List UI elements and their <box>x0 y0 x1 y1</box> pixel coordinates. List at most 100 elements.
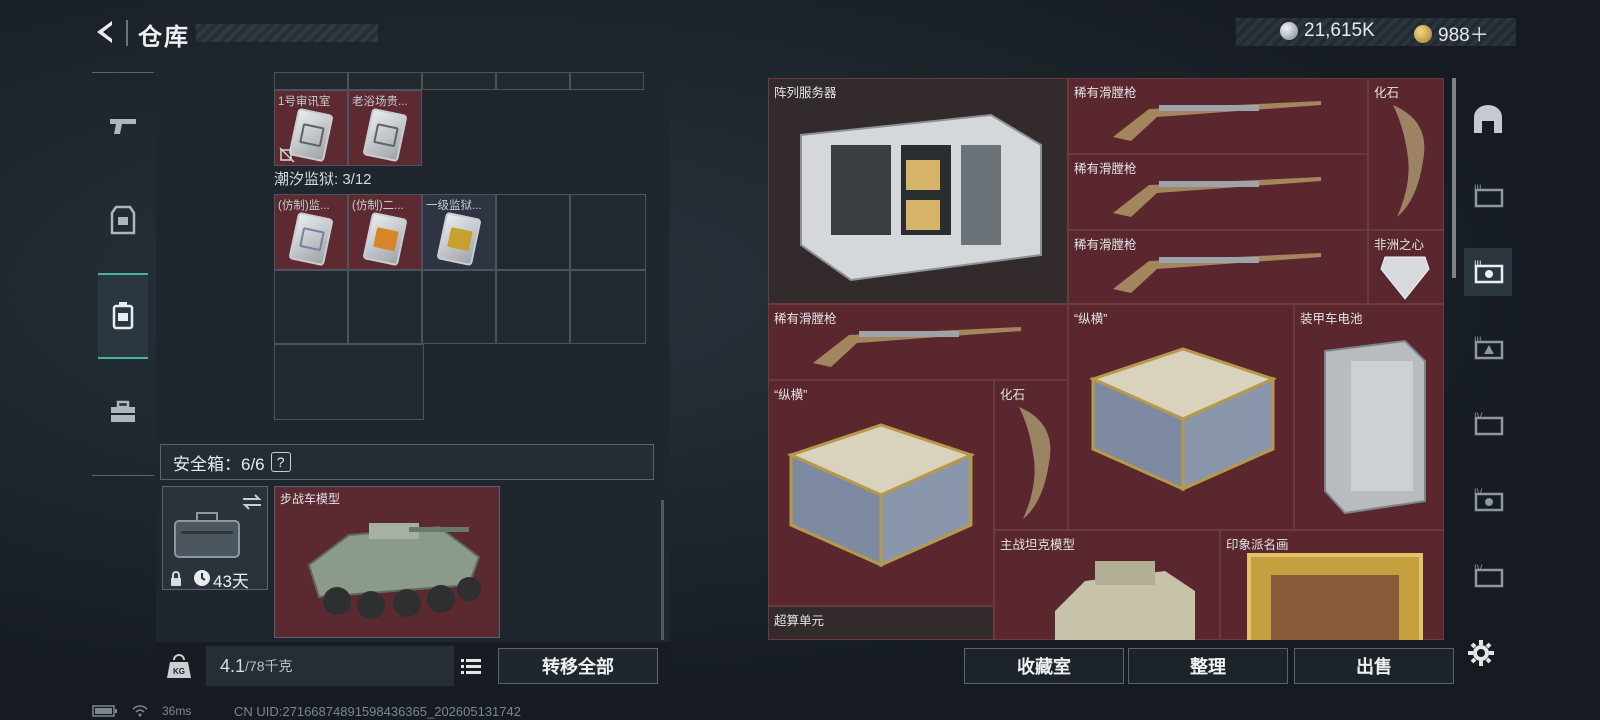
item-name: “纵横” <box>774 388 808 402</box>
musket-icon <box>1113 253 1321 293</box>
transfer-all-button[interactable]: 转移全部 <box>498 648 658 684</box>
collection-item[interactable]: 化石 <box>1368 78 1444 230</box>
collection-room-button[interactable]: 收藏室 <box>964 648 1124 684</box>
collection-item[interactable]: “纵横” <box>768 380 994 606</box>
list-view-button[interactable] <box>456 646 486 686</box>
empty-slot[interactable] <box>570 194 646 270</box>
toolbox-icon <box>111 400 135 422</box>
empty-slot[interactable] <box>274 270 348 344</box>
bond-icon <box>1414 24 1432 43</box>
chess-box-icon <box>1088 347 1278 492</box>
svg-text:IV: IV <box>1474 563 1483 573</box>
collection-item[interactable]: 超算单元 <box>768 606 994 640</box>
title-stripe-decoration <box>196 24 378 42</box>
sell-button[interactable]: 出售 <box>1294 648 1454 684</box>
back-arrow-icon[interactable] <box>92 18 120 46</box>
nav-tier-3-a[interactable]: III <box>1464 172 1512 220</box>
nav-toolbox[interactable] <box>98 369 148 455</box>
left-category-nav <box>92 72 154 476</box>
bond-balance[interactable]: 988＋ <box>1414 20 1489 47</box>
safe-box-label: 安全箱：6/6 <box>173 454 265 474</box>
keycard-icon <box>288 211 334 267</box>
collection-item[interactable]: “纵横” <box>1068 304 1294 530</box>
stash-slot-cut[interactable] <box>348 72 422 90</box>
nav-weapons[interactable] <box>98 83 148 169</box>
ping-text: 36ms <box>162 704 192 718</box>
empty-slot[interactable] <box>496 194 570 270</box>
nav-gear[interactable] <box>98 177 148 263</box>
stash-slot-cut[interactable] <box>422 72 496 90</box>
collection-item[interactable]: 装甲车电池 <box>1294 304 1444 530</box>
stash-item[interactable]: (仿制)二... <box>348 194 422 270</box>
nav-tier-3-b[interactable]: III <box>1464 248 1512 296</box>
collection-grid: 阵列服务器 稀有滑膛枪 稀有滑膛枪 稀有滑膛枪 化石 非洲之心 稀有滑膛枪 “纵… <box>768 78 1444 640</box>
nav-tier-4-c[interactable]: IV <box>1464 552 1512 600</box>
musket-icon <box>813 327 1021 367</box>
svg-text:III: III <box>1474 335 1482 345</box>
item-name: “纵横” <box>1074 312 1108 326</box>
nav-tier-3-c[interactable]: III <box>1464 324 1512 372</box>
lock-icon <box>171 571 181 586</box>
collection-item[interactable]: 阵列服务器 <box>768 78 1068 304</box>
stash-item-ifv-model[interactable]: 步战车模型 <box>274 486 500 638</box>
collection-item[interactable]: 稀有滑膛枪 <box>1068 154 1368 230</box>
coin-balance[interactable]: 21,615K <box>1280 20 1375 42</box>
musket-icon <box>1113 101 1321 141</box>
collection-item[interactable]: 主战坦克模型 <box>994 530 1220 640</box>
stash-item[interactable]: 老浴场贵... <box>348 90 422 166</box>
settings-gear-icon[interactable] <box>1466 638 1496 668</box>
item-name: (仿制)二... <box>352 200 404 212</box>
collection-item[interactable]: 稀有滑膛枪 <box>1068 230 1368 304</box>
item-name: 化石 <box>1000 388 1026 402</box>
nav-container[interactable] <box>98 273 148 359</box>
keycard-icon <box>436 211 482 267</box>
safe-box-slot[interactable]: 43天 <box>162 486 268 591</box>
stash-item[interactable]: (仿制)监... <box>274 194 348 270</box>
item-name: 阵列服务器 <box>774 86 837 100</box>
tier-3-cabinet-icon: III <box>1474 183 1504 208</box>
stash-item[interactable]: 一级监狱... <box>422 194 496 270</box>
stash-scrollbar[interactable] <box>661 500 664 640</box>
status-bar: 36ms <box>92 704 191 718</box>
prison-section-label: 潮汐监狱: 3/12 <box>274 171 372 188</box>
collection-item[interactable]: 稀有滑膛枪 <box>1068 78 1368 154</box>
nav-tier-4-b[interactable]: IV <box>1464 476 1512 524</box>
keycard-icon <box>288 107 334 163</box>
battery-icon <box>1324 339 1426 515</box>
weight-value: 4.1 <box>220 655 246 676</box>
nav-safehouse[interactable] <box>1464 96 1512 144</box>
page-title: 仓库 <box>138 24 190 51</box>
svg-text:III: III <box>1474 183 1482 193</box>
chess-box-icon <box>786 423 976 568</box>
collection-item[interactable]: 印象派名画 <box>1220 530 1444 640</box>
stash-item[interactable]: 1号审讯室 <box>274 90 348 166</box>
stash-slot-cut[interactable] <box>496 72 570 90</box>
sort-button[interactable]: 整理 <box>1128 648 1288 684</box>
safe-case-icon <box>174 512 240 558</box>
svg-text:IV: IV <box>1474 487 1483 497</box>
stash-slot-cut[interactable] <box>274 72 348 90</box>
item-name: 1号审讯室 <box>278 96 331 108</box>
collection-item[interactable]: 非洲之心 <box>1368 230 1444 304</box>
item-name: 非洲之心 <box>1374 238 1425 252</box>
empty-slot[interactable] <box>570 270 646 344</box>
uid-text: CN UID:27166874891598436365_202605131742 <box>234 704 521 719</box>
item-name: 老浴场贵... <box>352 96 408 108</box>
collection-item[interactable]: 化石 <box>994 380 1068 530</box>
empty-slot[interactable] <box>496 270 570 344</box>
stash-slot-cut[interactable] <box>570 72 644 90</box>
empty-slot[interactable] <box>348 270 422 344</box>
collection-item[interactable]: 稀有滑膛枪 <box>768 304 1068 380</box>
nav-tier-4-a[interactable]: IV <box>1464 400 1512 448</box>
help-button[interactable]: ? <box>270 452 291 472</box>
svg-text:KG: KG <box>173 667 185 676</box>
tier-4-folder-icon: IV <box>1474 411 1504 436</box>
empty-slot[interactable] <box>422 270 496 344</box>
empty-slot[interactable] <box>274 344 424 420</box>
safe-box-header: 安全箱：6/6 ? <box>160 444 654 480</box>
fossil-claw-icon <box>1393 105 1425 217</box>
tank-icon <box>1055 561 1195 640</box>
svg-text:III: III <box>1474 259 1482 269</box>
armored-vehicle-icon <box>307 523 481 619</box>
keycard-icon <box>362 107 408 163</box>
